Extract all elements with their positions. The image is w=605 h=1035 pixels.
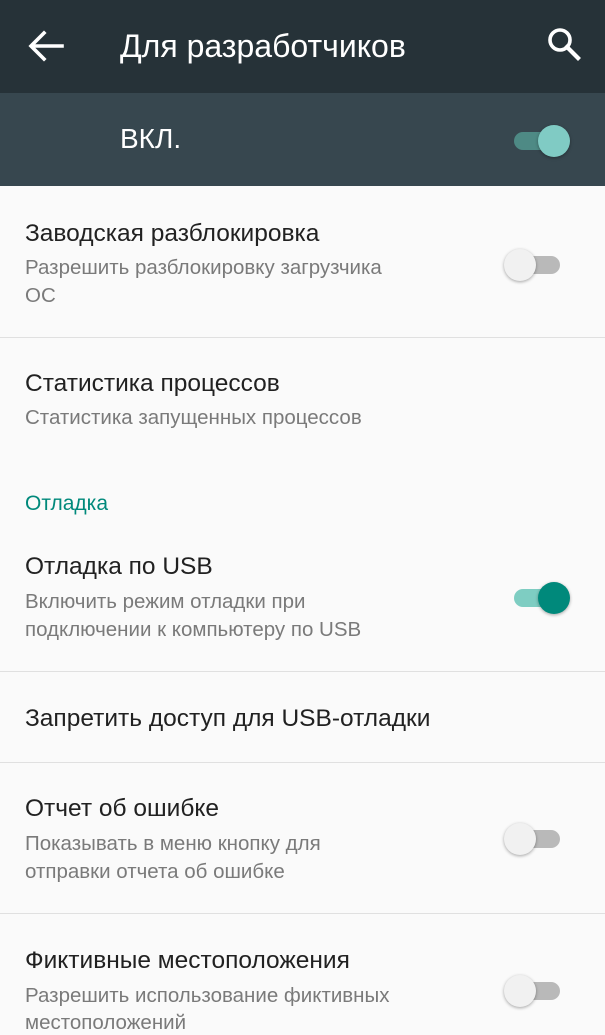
master-toggle[interactable] (512, 120, 572, 160)
revoke-usb-debugging-title[interactable]: Запретить доступ для USB-отладки (25, 703, 430, 735)
usb-debugging-subtitle-line1: Включить режим отладки при (25, 590, 306, 613)
top-app-bar: Для разработчиков (0, 0, 605, 93)
bug-report-subtitle-line1: Показывать в меню кнопку для (25, 832, 321, 855)
toggle-thumb (504, 823, 536, 855)
usb-debugging-toggle[interactable] (512, 577, 572, 617)
developer-options-screen: Для разработчиков ВКЛ. Заводская разблок… (0, 0, 605, 1035)
oem-unlock-subtitle-line2: ОС (25, 284, 56, 307)
search-icon[interactable] (544, 24, 584, 64)
divider (0, 337, 605, 338)
usb-debugging-subtitle-line2: подключении к компьютеру по USB (25, 618, 362, 641)
toggle-thumb (538, 125, 570, 157)
bug-report-toggle[interactable] (504, 818, 564, 858)
master-switch-label: ВКЛ. (120, 123, 182, 154)
mock-locations-toggle[interactable] (504, 970, 564, 1010)
bug-report-subtitle-line2: отправки отчета об ошибке (25, 860, 285, 883)
toggle-thumb (504, 249, 536, 281)
divider (0, 762, 605, 763)
process-stats-title[interactable]: Статистика процессов (25, 368, 280, 400)
page-title: Для разработчиков (120, 28, 406, 64)
oem-unlock-subtitle-line1: Разрешить разблокировку загрузчика (25, 256, 382, 279)
process-stats-subtitle: Статистика запущенных процессов (25, 406, 362, 429)
mock-locations-subtitle-line2: местоположений (25, 1011, 187, 1034)
arrow-back-icon[interactable] (26, 28, 64, 64)
oem-unlock-title[interactable]: Заводская разблокировка (25, 218, 319, 250)
toggle-thumb (538, 582, 570, 614)
bug-report-title[interactable]: Отчет об ошибке (25, 793, 219, 825)
toggle-thumb (504, 975, 536, 1007)
divider (0, 913, 605, 914)
oem-unlock-toggle[interactable] (504, 244, 564, 284)
mock-locations-title[interactable]: Фиктивные местоположения (25, 945, 350, 977)
category-debugging-header: Отладка (25, 492, 109, 515)
divider (0, 671, 605, 672)
usb-debugging-title[interactable]: Отладка по USB (25, 551, 213, 583)
mock-locations-subtitle-line1: Разрешить использование фиктивных (25, 984, 390, 1007)
